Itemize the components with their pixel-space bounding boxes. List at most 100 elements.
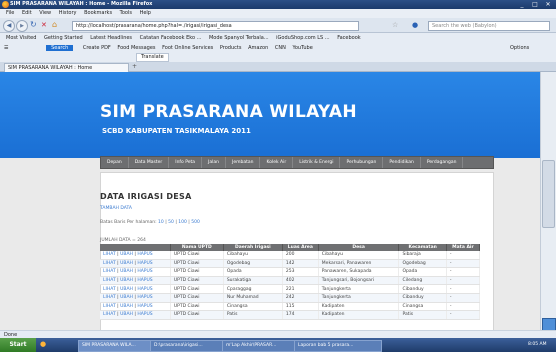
delete-link[interactable]: HAPUS: [137, 269, 152, 274]
table-row: LIHAT | UBAH | HAPUS UPTD Ciawi Cparaggag 2…: [100, 284, 481, 294]
addon-toolbar-menu-icon[interactable]: ☰: [4, 45, 8, 51]
menu-edit[interactable]: Edit: [22, 9, 32, 18]
edit-link[interactable]: UBAH: [120, 252, 133, 257]
edit-link[interactable]: UBAH: [120, 312, 133, 317]
food-messages-link[interactable]: Food Messages: [117, 45, 155, 51]
edit-link[interactable]: UBAH: [120, 287, 133, 292]
rows-option-50[interactable]: 50: [168, 220, 174, 225]
bookmark-most-visited[interactable]: Most Visited: [6, 35, 36, 41]
nav-kolek-air[interactable]: Kolek Air: [260, 157, 294, 168]
view-link[interactable]: LIHAT: [103, 287, 116, 292]
amazon-link[interactable]: Amazon: [248, 45, 268, 51]
close-button[interactable]: ✕: [542, 1, 554, 8]
taskbar-item-laporan[interactable]: Laporan bab 5 prasara...: [294, 340, 382, 352]
view-link[interactable]: LIHAT: [103, 278, 116, 283]
tab-sim-prasarana[interactable]: SIM PRASARANA WILAYAH : Home: [4, 63, 129, 72]
translate-button[interactable]: Translate: [136, 53, 169, 62]
bookmark-catatan-facebook[interactable]: Catatan Facebook Eko ...: [140, 35, 202, 41]
taskbar-item-folder[interactable]: D:\prasarana\irigasi...: [150, 340, 224, 352]
nav-perhubungan[interactable]: Perhubungan: [340, 157, 384, 168]
cell-luas: 200: [282, 251, 319, 260]
delete-link[interactable]: HAPUS: [137, 295, 152, 300]
bookmark-mode-spanyol[interactable]: Mode Spanyol Terbala...: [209, 35, 269, 41]
start-button[interactable]: Start: [0, 338, 36, 352]
rows-option-10[interactable]: 10: [158, 220, 164, 225]
delete-link[interactable]: HAPUS: [137, 252, 152, 257]
row-actions: LIHAT | UBAH | HAPUS: [100, 259, 171, 269]
cell-kecamatan: Sibaraja: [398, 251, 447, 260]
nav-jembatan[interactable]: Jembatan: [226, 157, 261, 168]
options-button[interactable]: Options: [510, 43, 529, 53]
delete-link[interactable]: HAPUS: [137, 287, 152, 292]
col-header-mata-air: Mata Air: [446, 244, 481, 251]
forward-icon[interactable]: ▶: [16, 20, 28, 32]
taskbar-item-lap-akhir[interactable]: m'Lap Akhir\PRASAR...: [222, 340, 296, 352]
delete-link[interactable]: HAPUS: [137, 312, 152, 317]
nav-pendidikan[interactable]: Pendidikan: [383, 157, 421, 168]
cell-daerah: Cparaggag: [223, 284, 283, 294]
edit-link[interactable]: UBAH: [120, 295, 133, 300]
youtube-link[interactable]: YouTube: [292, 45, 312, 51]
edit-link[interactable]: UBAH: [120, 304, 133, 309]
nav-info-peta[interactable]: Info Peta: [169, 157, 203, 168]
nav-perdagangan[interactable]: Perdagangan: [421, 157, 464, 168]
create-pdf-link[interactable]: Create PDF: [83, 45, 111, 51]
view-link[interactable]: LIHAT: [103, 295, 116, 300]
taskbar-item-firefox[interactable]: SIM PRASARANA WILA...: [78, 340, 152, 352]
navigation-toolbar: ◀ ▶ ↻ ✕ ⌂ http://localhost/prasarana/hom…: [0, 18, 556, 33]
toolbar-search-button[interactable]: Search: [46, 45, 74, 51]
nav-depan[interactable]: Depan: [101, 157, 129, 168]
star-icon[interactable]: ☆: [392, 21, 398, 29]
cnn-link[interactable]: CNN: [275, 45, 286, 51]
menu-history[interactable]: History: [59, 9, 77, 18]
products-link[interactable]: Products: [220, 45, 242, 51]
delete-link[interactable]: HAPUS: [137, 304, 152, 309]
cell-desa: Tanjungsari, Bojongsari: [318, 276, 400, 286]
table-row: LIHAT | UBAH | HAPUS UPTD Ciawi Cibahayu 20…: [100, 251, 481, 260]
rows-option-100[interactable]: 100: [178, 220, 187, 225]
cell-kecamatan: Ciledang: [398, 276, 447, 286]
view-link[interactable]: LIHAT: [103, 261, 116, 266]
view-link[interactable]: LIHAT: [103, 252, 116, 257]
new-tab-icon[interactable]: +: [132, 63, 137, 70]
add-data-link[interactable]: TAMBAH DATA: [100, 206, 132, 211]
bookmark-facebook[interactable]: Facebook: [337, 35, 361, 41]
quicklaunch-firefox-icon[interactable]: ●: [40, 340, 46, 348]
cell-luas: 242: [282, 293, 319, 303]
table-header-row: Nama UPTD Daerah Irigasi Luas Area Desa …: [100, 244, 481, 251]
delete-link[interactable]: HAPUS: [137, 278, 152, 283]
nav-jalan[interactable]: Jalan: [202, 157, 226, 168]
url-bar[interactable]: http://localhost/prasarana/home.php?hal=…: [72, 21, 359, 31]
minimize-button[interactable]: _: [516, 1, 528, 8]
bookmark-getting-started[interactable]: Getting Started: [44, 35, 83, 41]
menu-tools[interactable]: Tools: [120, 9, 132, 18]
view-link[interactable]: LIHAT: [103, 269, 116, 274]
maximize-button[interactable]: □: [529, 1, 541, 8]
menu-bookmarks[interactable]: Bookmarks: [84, 9, 112, 18]
view-link[interactable]: LIHAT: [103, 304, 116, 309]
search-engine-icon[interactable]: ●: [412, 21, 418, 29]
scrollbar-thumb[interactable]: [542, 160, 555, 228]
home-icon[interactable]: ⌂: [52, 20, 57, 29]
search-input[interactable]: Search the web (Babylon): [428, 21, 550, 31]
reload-icon[interactable]: ↻: [30, 20, 37, 29]
cell-desa: Tanjungkerta: [318, 284, 400, 294]
stop-icon[interactable]: ✕: [41, 21, 47, 29]
back-icon[interactable]: ◀: [3, 20, 15, 32]
nav-data-master[interactable]: Data Master: [129, 157, 170, 168]
rows-option-500[interactable]: 500: [191, 220, 200, 225]
bookmark-latest-headlines[interactable]: Latest Headlines: [90, 35, 132, 41]
edit-link[interactable]: UBAH: [120, 261, 133, 266]
delete-link[interactable]: HAPUS: [137, 261, 152, 266]
foot-online-link[interactable]: Foot Online Services: [162, 45, 213, 51]
nav-listrik-energi[interactable]: Listrik & Energi: [293, 157, 341, 168]
cell-daerah: Nur Muhamad: [223, 293, 283, 303]
view-link[interactable]: LIHAT: [103, 312, 116, 317]
col-header-daerah: Daerah Irigasi: [223, 244, 283, 251]
menu-file[interactable]: File: [6, 9, 14, 18]
menu-help[interactable]: Help: [140, 9, 151, 18]
edit-link[interactable]: UBAH: [120, 278, 133, 283]
bookmark-igodushop[interactable]: iGoduShop.com LS ...: [276, 35, 329, 41]
edit-link[interactable]: UBAH: [120, 269, 133, 274]
menu-view[interactable]: View: [39, 9, 51, 18]
